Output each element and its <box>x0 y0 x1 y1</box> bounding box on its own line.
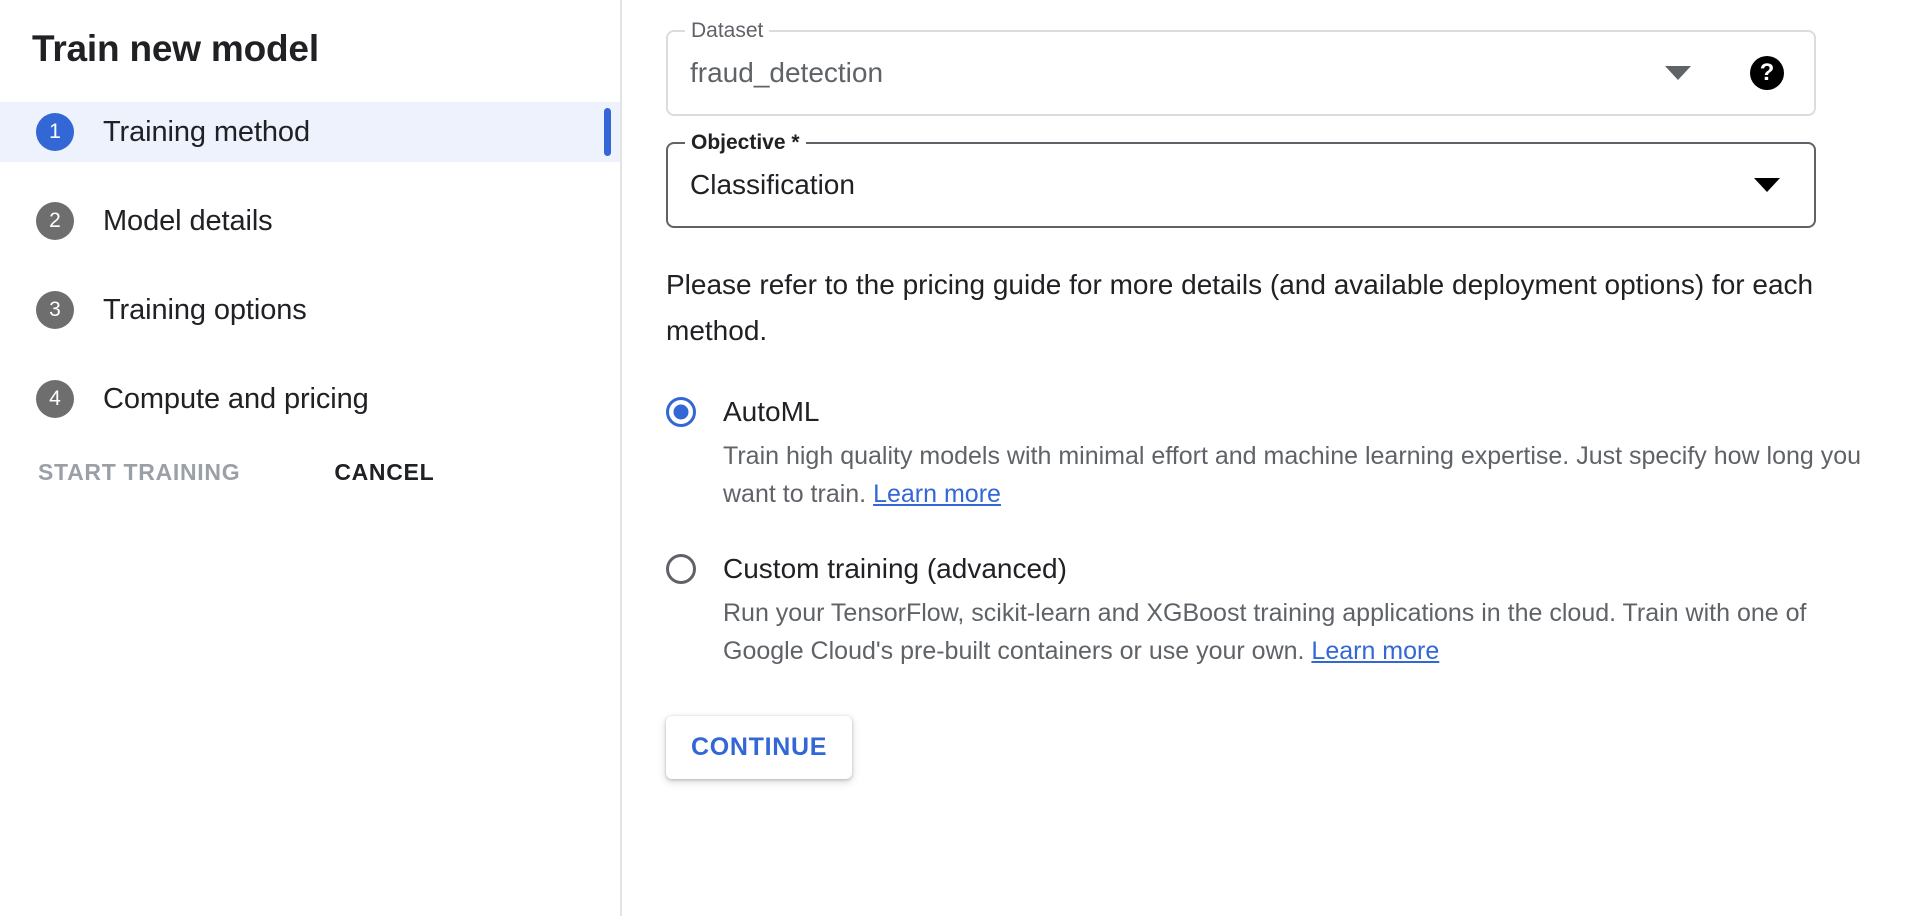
option-automl: AutoML Train high quality models with mi… <box>666 396 1928 513</box>
objective-value: Classification <box>690 169 855 201</box>
page-title: Train new model <box>0 0 620 72</box>
sidebar-item-model-details[interactable]: 2 Model details <box>0 191 620 251</box>
sidebar-item-label: Model details <box>103 205 273 238</box>
sidebar-item-label: Training method <box>103 116 310 149</box>
radio-automl[interactable] <box>666 397 696 427</box>
pricing-guide-note: Please refer to the pricing guide for mo… <box>666 262 1826 354</box>
sidebar-item-label: Training options <box>103 294 307 327</box>
learn-more-link-custom-training[interactable]: Learn more <box>1311 637 1439 665</box>
option-automl-header[interactable]: AutoML <box>666 396 1928 428</box>
dataset-value: fraud_detection <box>690 57 883 89</box>
training-method-radio-group: AutoML Train high quality models with mi… <box>666 396 1928 670</box>
objective-label: Objective * <box>685 131 806 155</box>
step-number-badge-2: 2 <box>36 202 74 240</box>
dataset-select[interactable]: Dataset fraud_detection ? <box>666 30 1816 116</box>
step-number-badge-4: 4 <box>36 380 74 418</box>
option-custom-training-description-text: Run your TensorFlow, scikit-learn and XG… <box>723 599 1806 665</box>
learn-more-link-automl[interactable]: Learn more <box>873 480 1001 508</box>
option-custom-training: Custom training (advanced) Run your Tens… <box>666 553 1928 670</box>
radio-custom-training[interactable] <box>666 554 696 584</box>
wizard-content-panel: Dataset fraud_detection ? Objective * Cl… <box>622 0 1928 916</box>
help-icon[interactable]: ? <box>1750 56 1784 90</box>
option-custom-training-description: Run your TensorFlow, scikit-learn and XG… <box>723 594 1863 670</box>
option-automl-title: AutoML <box>723 396 820 428</box>
sidebar-item-label: Compute and pricing <box>103 383 369 416</box>
dataset-label: Dataset <box>685 19 769 43</box>
wizard-sidebar: Train new model 1 Training method 2 Mode… <box>0 0 622 916</box>
sidebar-item-training-options[interactable]: 3 Training options <box>0 280 620 340</box>
option-automl-description: Train high quality models with minimal e… <box>723 437 1863 513</box>
chevron-down-icon[interactable] <box>1754 178 1780 192</box>
cancel-button[interactable]: CANCEL <box>334 459 434 486</box>
option-custom-training-header[interactable]: Custom training (advanced) <box>666 553 1928 585</box>
step-list: 1 Training method 2 Model details 3 Trai… <box>0 102 620 429</box>
sidebar-item-training-method[interactable]: 1 Training method <box>0 102 620 162</box>
continue-button[interactable]: CONTINUE <box>666 716 852 779</box>
chevron-down-icon[interactable] <box>1665 66 1691 80</box>
objective-select[interactable]: Objective * Classification <box>666 142 1816 228</box>
option-custom-training-title: Custom training (advanced) <box>723 553 1067 585</box>
sidebar-action-bar: START TRAINING CANCEL <box>0 459 620 486</box>
step-number-badge-1: 1 <box>36 113 74 151</box>
step-number-badge-3: 3 <box>36 291 74 329</box>
train-new-model-wizard: Train new model 1 Training method 2 Mode… <box>0 0 1928 916</box>
start-training-button[interactable]: START TRAINING <box>38 459 240 486</box>
sidebar-item-compute-and-pricing[interactable]: 4 Compute and pricing <box>0 369 620 429</box>
